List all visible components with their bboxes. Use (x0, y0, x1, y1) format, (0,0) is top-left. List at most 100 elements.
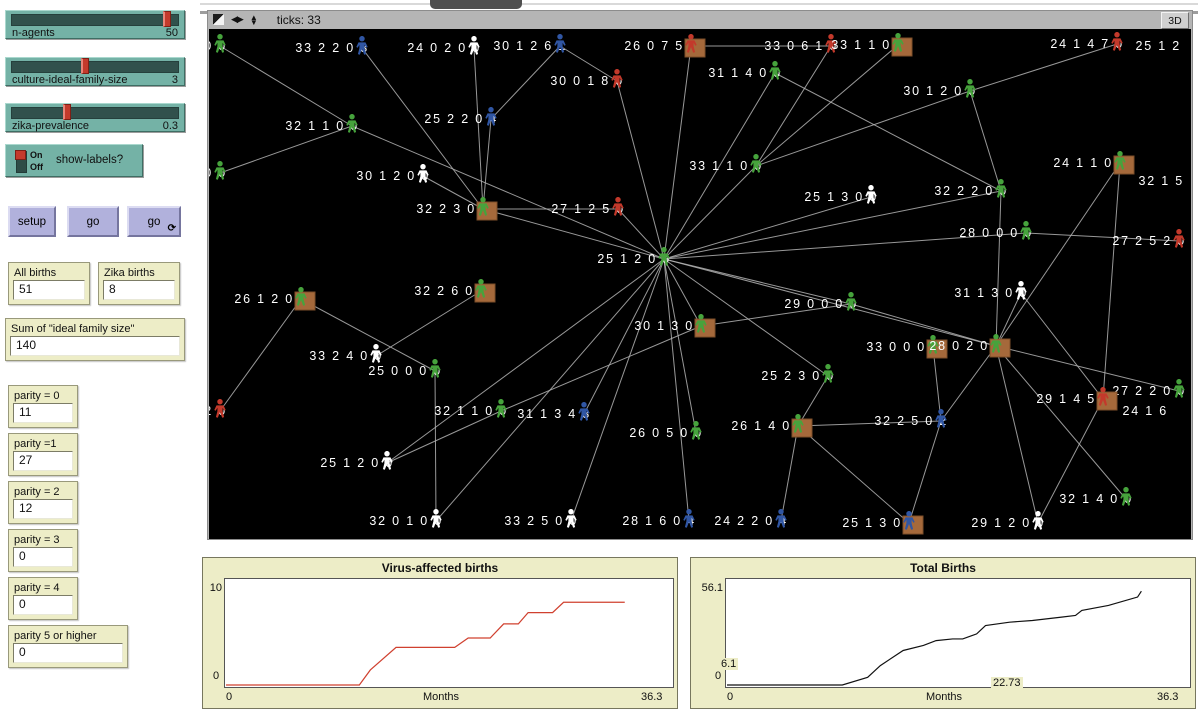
slider-culture-ideal-family-size: culture-ideal-family-size 3 (5, 57, 185, 86)
person-agent (346, 114, 358, 138)
person-agent (1173, 379, 1185, 403)
switch-track[interactable] (16, 151, 27, 173)
slider-label: culture-ideal-family-size (12, 74, 128, 86)
x-axis-label: Months (691, 691, 1197, 703)
monitor-value: 51 (13, 280, 85, 300)
x-tick-max: 36.3 (1157, 691, 1178, 703)
person-agent (417, 164, 429, 188)
x-axis-label: Months (203, 691, 679, 703)
switch-on-label: On (30, 149, 43, 161)
go-forever-button[interactable]: go ⟳ (127, 206, 181, 237)
monitor-value: 27 (13, 451, 73, 471)
network-agents-layer: 0 033 2 2 0 324 0 2 0 030 1 2 6 126 0 7 … (209, 29, 1191, 539)
vertical-arrows-icon: ▲▼ (250, 15, 258, 25)
person-agent (822, 364, 834, 388)
monitor-label: parity = 3 (14, 534, 72, 546)
slider-handle[interactable] (81, 58, 89, 74)
switch-off-label: Off (30, 161, 43, 173)
monitor-label: parity =1 (14, 438, 72, 450)
mouse-x-readout: 22.73 (991, 677, 1023, 689)
go-button[interactable]: go (67, 206, 119, 237)
person-agent (769, 61, 781, 85)
plot-area (224, 578, 674, 688)
monitor-value: 0 (13, 547, 73, 567)
person-agent (612, 197, 624, 221)
monitor-sum-ideal-family-size: Sum of "ideal family size" 140 (5, 318, 185, 361)
person-agent (485, 107, 497, 131)
slider-track (11, 14, 179, 26)
person-agent (990, 334, 1002, 358)
switch-show-labels[interactable]: On Off show-labels? (5, 144, 143, 177)
person-agent (935, 409, 947, 433)
switch-label: show-labels? (56, 154, 123, 166)
slider-handle[interactable] (63, 104, 71, 120)
monitor-value: 0 (13, 643, 123, 663)
slider-n-agents: n-agents 50 (5, 10, 185, 39)
person-agent (578, 402, 590, 426)
plot-area (725, 578, 1191, 688)
monitor-value: 140 (10, 336, 180, 356)
slider-zika-prevalence: zika-prevalence 0.3 (5, 103, 185, 132)
monitor-label: parity = 2 (14, 486, 72, 498)
person-agent (214, 161, 226, 185)
world-view: ◀▶ ▲▼ ticks: 33 3D 0 033 2 2 0 324 0 2 0… (207, 10, 1193, 540)
monitor-parity-0: parity = 0 11 (8, 385, 78, 428)
person-agent (1114, 151, 1126, 175)
person-agent (695, 314, 707, 338)
person-agent (1173, 229, 1185, 253)
slider-track (11, 61, 179, 73)
person-agent (750, 154, 762, 178)
y-tick-min: 0 (715, 670, 721, 682)
plot-title: Total Births (691, 561, 1195, 575)
person-agent (792, 414, 804, 438)
person-agent (995, 179, 1007, 203)
person-agent (430, 509, 442, 533)
slider-value: 3 (172, 74, 178, 86)
plot-virus-affected-births: Virus-affected births 10 0 0 Months 36.3 (202, 557, 678, 709)
setup-button[interactable]: setup (8, 206, 56, 237)
person-agent (565, 509, 577, 533)
person-agent (845, 292, 857, 316)
slider-handle[interactable] (163, 11, 171, 27)
agent-label: 25 1 2 (1135, 39, 1181, 53)
person-agent (495, 399, 507, 423)
person-agent (1097, 387, 1109, 411)
person-agent (381, 451, 393, 475)
person-agent (295, 287, 307, 311)
monitor-label: All births (14, 267, 84, 279)
switch-knob[interactable] (15, 150, 26, 160)
monitor-label: parity = 4 (14, 582, 72, 594)
slider-value: 50 (166, 27, 178, 39)
monitor-value: 0 (13, 595, 73, 615)
person-agent (685, 34, 697, 58)
plot-title: Virus-affected births (203, 561, 677, 575)
monitor-value: 11 (13, 403, 73, 423)
monitor-all-births: All births 51 (8, 262, 90, 305)
monitor-value: 12 (13, 499, 73, 519)
plot-total-births: Total Births 56.1 0 6.1 22.73 0 Months 3… (690, 557, 1196, 709)
person-agent (964, 79, 976, 103)
window-tab-fragment (430, 0, 522, 9)
go-forever-button-label: go (148, 216, 161, 228)
go-button-label: go (87, 216, 100, 228)
ticks-counter: ticks: 33 (277, 13, 321, 27)
y-tick-max: 10 (207, 582, 222, 594)
forever-loop-icon: ⟳ (168, 223, 176, 234)
monitor-parity-3: parity = 3 0 (8, 529, 78, 572)
monitor-parity-4: parity = 4 0 (8, 577, 78, 620)
monitor-label: parity = 0 (14, 390, 72, 402)
view-3d-button[interactable]: 3D (1161, 12, 1189, 29)
world-canvas[interactable]: 0 033 2 2 0 324 0 2 0 030 1 2 6 126 0 7 … (209, 29, 1191, 539)
slider-track (11, 107, 179, 119)
person-agent (611, 69, 623, 93)
monitor-label: Sum of "ideal family size" (11, 323, 179, 335)
person-agent (1015, 281, 1027, 305)
x-tick-max: 36.3 (641, 691, 662, 703)
person-agent (658, 247, 670, 271)
plot-line-virus-affected-births (226, 602, 625, 685)
monitor-zika-births: Zika births 8 (98, 262, 180, 305)
person-agent (903, 511, 915, 535)
horizontal-arrows-icon: ◀▶ (231, 14, 243, 25)
monitor-parity-1: parity =1 27 (8, 433, 78, 476)
person-agent (683, 509, 695, 533)
